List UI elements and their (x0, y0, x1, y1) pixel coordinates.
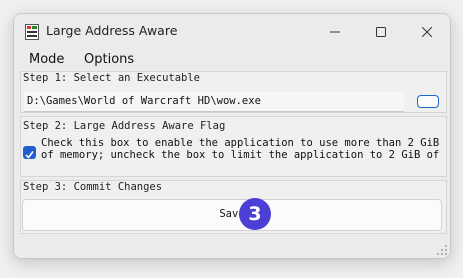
close-icon (422, 27, 432, 37)
menu-bar: Mode Options (14, 50, 450, 72)
step-number-badge: 3 (239, 198, 271, 230)
app-window: Large Address Aware Mode Options Step 1:… (13, 13, 451, 259)
resize-grip-icon[interactable] (437, 245, 447, 255)
laa-flag-description: Check this box to enable the application… (41, 137, 440, 161)
laa-flag-checkbox[interactable] (23, 146, 36, 159)
maximize-icon (376, 27, 386, 37)
save-button[interactable]: Save (22, 199, 442, 231)
save-button-label: Save (219, 208, 245, 220)
menu-mode[interactable]: Mode (29, 52, 64, 67)
window-title: Large Address Aware (46, 23, 178, 38)
step3-legend: Step 3: Commit Changes (23, 181, 163, 193)
browse-button[interactable] (417, 95, 439, 108)
step1-legend: Step 1: Select an Executable (23, 72, 201, 84)
checkmark-icon (25, 151, 34, 159)
app-icon (25, 24, 39, 40)
close-button[interactable] (404, 14, 450, 50)
menu-options[interactable]: Options (84, 52, 134, 67)
minimize-button[interactable] (312, 14, 358, 50)
executable-path-value: D:\Games\World of Warcraft HD\wow.exe (27, 95, 261, 107)
step2-legend: Step 2: Large Address Aware Flag (23, 120, 226, 132)
minimize-icon (330, 31, 340, 33)
maximize-button[interactable] (358, 14, 404, 50)
title-bar[interactable]: Large Address Aware (14, 14, 450, 50)
executable-path-field[interactable]: D:\Games\World of Warcraft HD\wow.exe (24, 92, 404, 112)
